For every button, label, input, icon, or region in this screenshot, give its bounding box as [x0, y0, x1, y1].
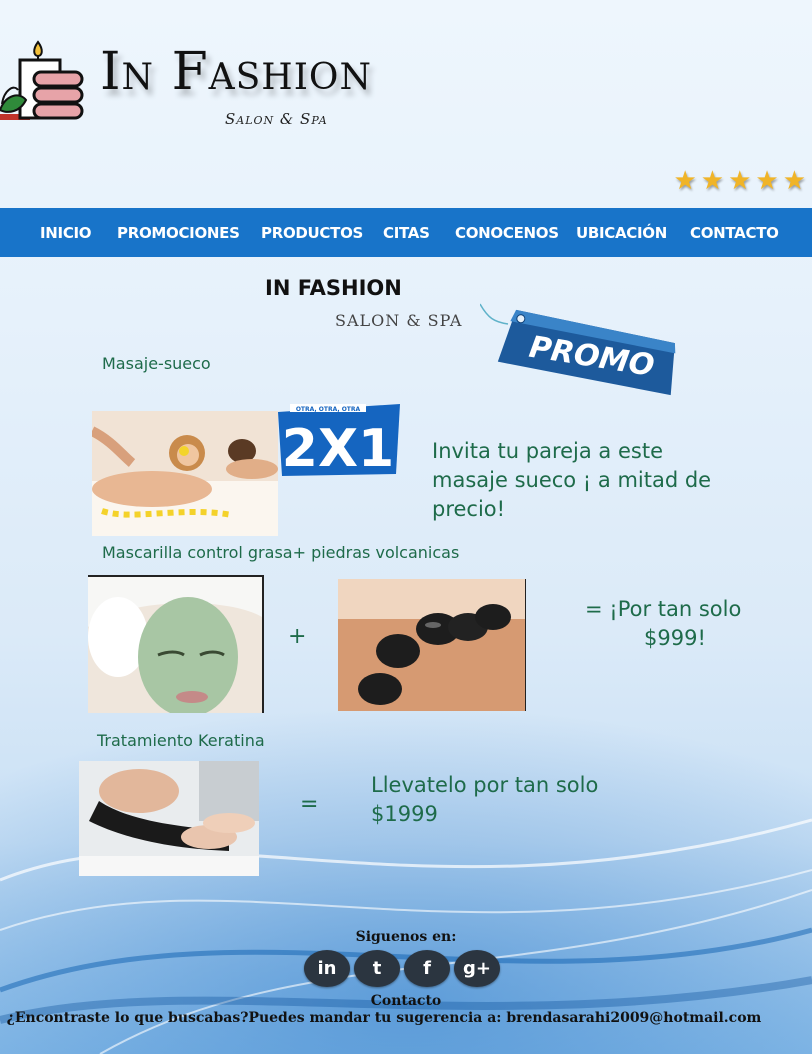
promo-price-line1-keratina: Llevatelo por tan solo [371, 773, 599, 797]
contact-heading: Contacto [370, 993, 442, 1009]
nav-item-ubicacion[interactable]: UBICACIÓN [576, 224, 667, 242]
hot-stones-image [338, 579, 526, 711]
promo-description-masaje: Invita tu pareja a este masaje sueco ¡ a… [432, 439, 712, 521]
star-icon: ★ [728, 166, 752, 196]
nav-item-inicio[interactable]: INICIO [40, 224, 92, 242]
linkedin-icon[interactable]: in [304, 950, 350, 987]
follow-label: Siguenos en: [355, 929, 457, 945]
facebook-icon[interactable]: f [404, 950, 450, 987]
equals-sign: = [300, 792, 319, 817]
face-mask-image [88, 575, 264, 713]
promo-label-masaje: Masaje-sueco [102, 354, 211, 373]
star-icon: ★ [782, 166, 806, 196]
twitter-icon[interactable]: t [354, 950, 400, 987]
2x1-badge-image: OTRA, OTRA, OTRA 2X1 [272, 404, 402, 477]
promo-label-keratina: Tratamiento Keratina [97, 731, 265, 750]
main-nav: INICIO PROMOCIONES PRODUCTOS CITAS CONOC… [0, 208, 812, 257]
promo-price-line2-mascarilla: $999! [644, 626, 706, 650]
promo-label-mascarilla: Mascarilla control grasa+ piedras volcan… [102, 543, 460, 562]
nav-item-citas[interactable]: CITAS [383, 224, 430, 242]
promo-price-line2-keratina: $1999 [371, 802, 438, 826]
badge-2x1-text: 2X1 [282, 419, 394, 477]
keratin-treatment-image [79, 761, 259, 876]
nav-item-productos[interactable]: PRODUCTOS [261, 224, 363, 242]
nav-item-conocenos[interactable]: CONOCENOS [455, 224, 559, 242]
star-icon: ★ [700, 166, 725, 196]
promo-tag-icon: PROMO [480, 303, 676, 396]
logo-title: In Fashion [100, 42, 372, 102]
logo-subtitle: Salon & Spa [225, 110, 328, 128]
suggestion-text: ¿Encontraste lo que buscabas?Puedes mand… [6, 1010, 762, 1026]
nav-item-promociones[interactable]: PROMOCIONES [117, 224, 240, 242]
rating-stars: ★ ★ ★ ★ ★ [673, 168, 806, 194]
star-icon: ★ [673, 166, 697, 196]
badge-top-text: OTRA, OTRA, OTRA [296, 406, 361, 413]
massage-image [92, 411, 278, 536]
nav-item-contacto[interactable]: CONTACTO [690, 224, 779, 242]
social-links: in t f g+ [304, 950, 500, 987]
brand-subtitle: SALON & SPA [335, 311, 463, 330]
star-icon: ★ [755, 166, 779, 196]
promo-price-line1-mascarilla: = ¡Por tan solo [585, 597, 742, 621]
brand-title: IN FASHION [265, 276, 402, 300]
googleplus-icon[interactable]: g+ [454, 950, 500, 987]
plus-sign: + [288, 624, 307, 649]
